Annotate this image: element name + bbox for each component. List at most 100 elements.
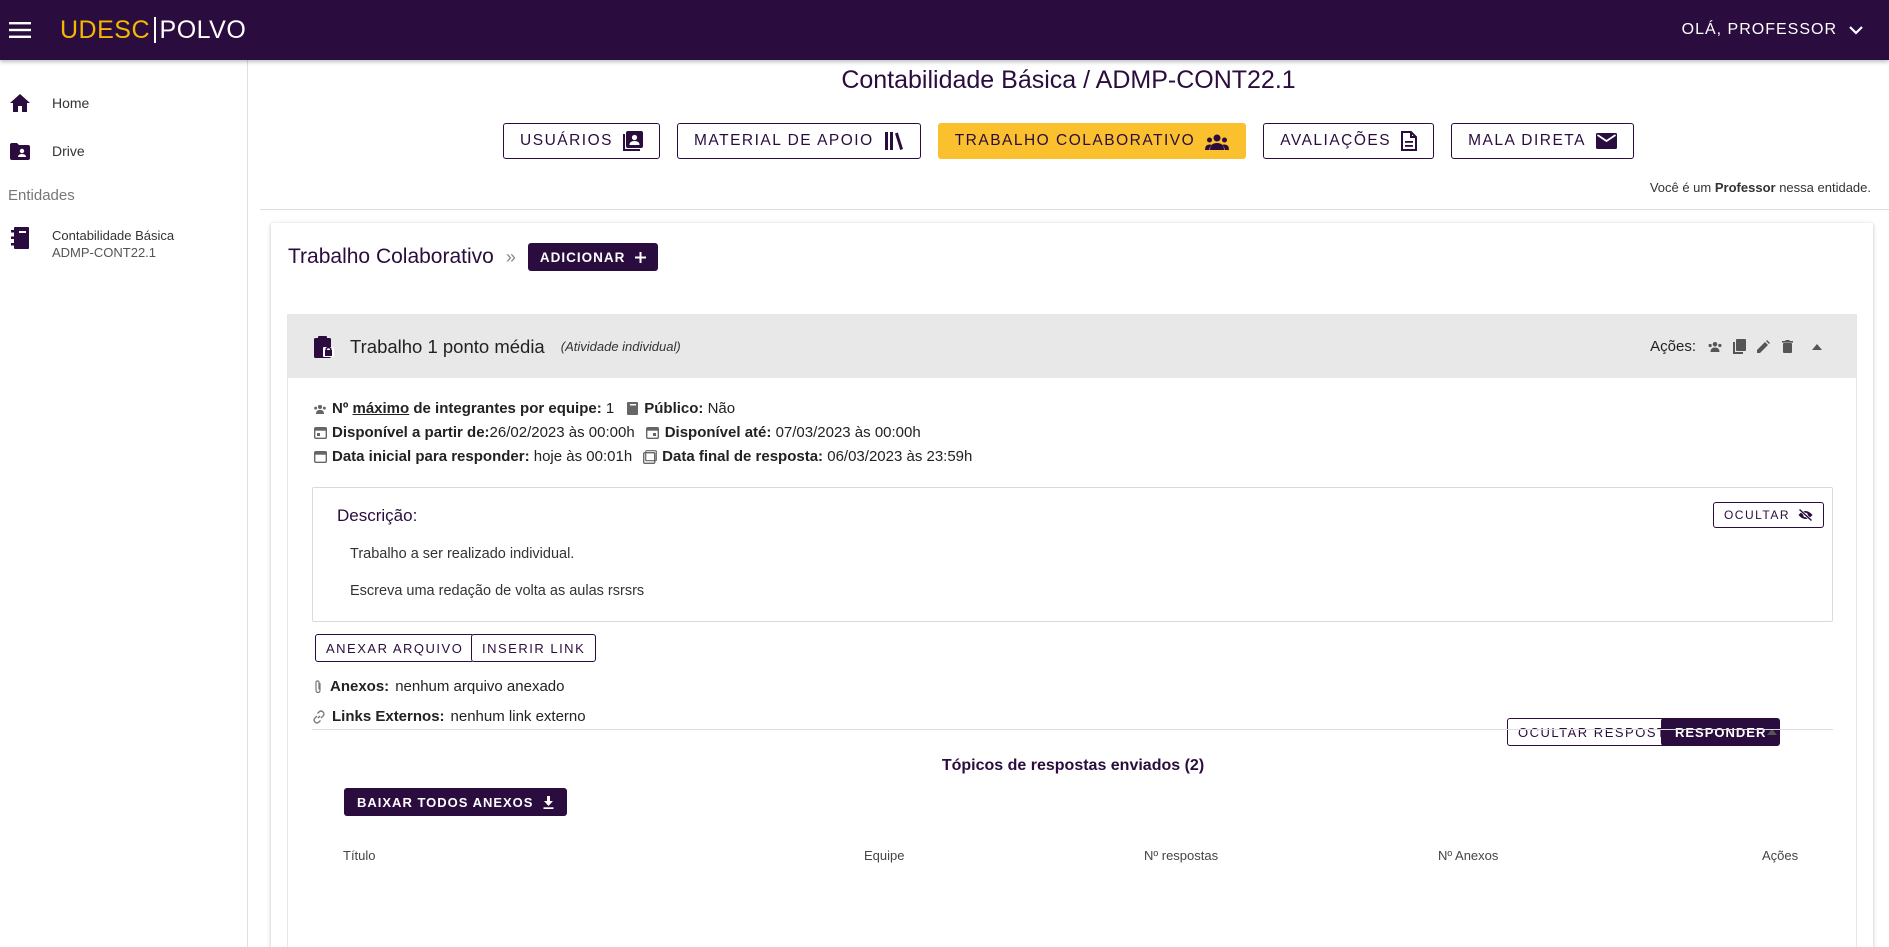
- home-icon: [9, 92, 31, 114]
- attach-file-button[interactable]: ANEXAR ARQUIVO: [315, 634, 475, 662]
- external-links-label: Links Externos:: [332, 708, 445, 725]
- collapse-arrow-icon[interactable]: [1808, 338, 1826, 356]
- folder-shared-icon: [9, 140, 31, 162]
- tab-avaliacoes[interactable]: AVALIAÇÕES: [1263, 123, 1435, 159]
- info-availability: Disponível a partir de: 26/02/2023 às 00…: [312, 424, 921, 441]
- main-content: Contabilidade Básica / ADMP-CONT22.1 USU…: [248, 60, 1889, 947]
- available-from-value: 26/02/2023 às 00:00h: [489, 424, 635, 441]
- calendar-icon: [312, 449, 328, 465]
- tab-usuarios[interactable]: USUÁRIOS: [503, 123, 660, 159]
- library-icon: [884, 132, 903, 150]
- tab-label: AVALIAÇÕES: [1280, 132, 1392, 149]
- link-icon: [313, 709, 325, 724]
- entity-name: Contabilidade Básica: [52, 228, 175, 243]
- max-label-a: Nº: [332, 400, 349, 417]
- tab-trabalho-colaborativo[interactable]: TRABALHO COLABORATIVO: [937, 123, 1247, 159]
- plus-icon: [635, 251, 647, 263]
- info-max-members: Nº máximo de integrantes por equipe: 1 P…: [312, 400, 735, 417]
- sidebar-section-header: Entidades: [8, 187, 75, 204]
- calendar-icon: [645, 425, 661, 441]
- user-greeting: OLÁ, PROFESSOR: [1681, 21, 1837, 38]
- download-all-label: BAIXAR TODOS ANEXOS: [357, 794, 534, 810]
- app-logo[interactable]: UDESC POLVO: [60, 16, 246, 45]
- logo-polvo: POLVO: [159, 15, 247, 44]
- max-label-c: de integrantes por equipe:: [413, 400, 602, 417]
- description-line: Escreva uma redação de volta as aulas rs…: [350, 583, 645, 599]
- top-app-bar: UDESC POLVO OLÁ, PROFESSOR: [0, 0, 1889, 60]
- info-response-dates: Data inicial para responder: hoje às 00:…: [312, 448, 972, 465]
- edit-icon[interactable]: [1754, 338, 1772, 356]
- logo-udesc: UDESC: [60, 15, 151, 44]
- column-header-team[interactable]: Equipe: [864, 848, 904, 863]
- sidebar-item-drive[interactable]: Drive: [0, 127, 247, 175]
- description-line: Trabalho a ser realizado individual.: [350, 546, 575, 562]
- notebook-icon: [9, 227, 31, 249]
- chevron-down-icon: [1849, 25, 1863, 35]
- role-note: Você é um Professor nessa entidade.: [1650, 180, 1871, 195]
- respond-label: RESPONDER: [1675, 724, 1767, 740]
- collab-work-card: Trabalho Colaborativo » ADICIONAR Trabal…: [271, 223, 1873, 947]
- hide-description-button[interactable]: OCULTAR: [1712, 502, 1824, 528]
- sidebar-item-entity[interactable]: Contabilidade Básica ADMP-CONT22.1: [0, 215, 247, 261]
- attach-button-label: ANEXAR ARQUIVO: [326, 640, 464, 656]
- column-header-responses[interactable]: Nº respostas: [1144, 848, 1218, 863]
- activity-actions: Ações:: [1650, 338, 1826, 356]
- tab-mala-direta[interactable]: MALA DIRETA: [1451, 123, 1634, 159]
- link-button-label: INSERIR LINK: [482, 640, 586, 656]
- mail-icon: [1595, 133, 1617, 149]
- sidebar-item-home[interactable]: Home: [0, 79, 247, 127]
- calendar-icon: [312, 425, 328, 441]
- entity-code: ADMP-CONT22.1: [52, 245, 157, 260]
- hamburger-menu-button[interactable]: [0, 10, 40, 50]
- tab-material-de-apoio[interactable]: MATERIAL DE APOIO: [677, 123, 921, 159]
- tab-label: TRABALHO COLABORATIVO: [954, 132, 1196, 149]
- description-box: Descrição: OCULTAR Trabalho a ser realiz…: [312, 487, 1833, 622]
- breadcrumb-title: Trabalho Colaborativo: [288, 245, 494, 268]
- download-icon: [543, 795, 554, 809]
- entity-tabs: USUÁRIOS MATERIAL DE APOIO TRABALHO COLA…: [248, 123, 1889, 159]
- sidebar-item-label: Drive: [52, 143, 85, 159]
- available-until-label: Disponível até:: [664, 424, 772, 441]
- role-prefix: Você é um: [1649, 180, 1712, 195]
- calendar-range-icon: [642, 449, 658, 465]
- group-icon[interactable]: [1706, 338, 1724, 356]
- activity-header[interactable]: Trabalho 1 ponto média (Atividade indivi…: [288, 315, 1856, 378]
- copy-icon[interactable]: [1730, 338, 1748, 356]
- collapse-arrow-icon[interactable]: [1763, 723, 1781, 741]
- insert-link-button[interactable]: INSERIR LINK: [471, 634, 597, 662]
- public-value: Não: [707, 400, 736, 417]
- hide-button-label: OCULTAR: [1723, 508, 1790, 522]
- user-menu-button[interactable]: OLÁ, PROFESSOR: [1682, 21, 1863, 39]
- column-header-attachments[interactable]: Nº Anexos: [1438, 848, 1498, 863]
- external-links-info: Links Externos: nenhum link externo: [312, 708, 586, 725]
- eye-off-icon: [1798, 509, 1813, 521]
- group-icon: [312, 401, 328, 417]
- document-icon: [1401, 131, 1418, 151]
- add-button-label: ADICIONAR: [539, 249, 626, 265]
- menu-icon: [9, 22, 31, 38]
- activity-panel: Trabalho 1 ponto média (Atividade indivi…: [287, 314, 1857, 947]
- sidebar-item-label: Home: [52, 95, 90, 111]
- sidebar: Home Drive Entidades Contabilidade Básic…: [0, 60, 248, 947]
- actions-label: Ações:: [1650, 338, 1696, 355]
- max-label-b: máximo: [352, 400, 410, 417]
- assignment-lock-icon: [314, 335, 334, 358]
- page-title: Contabilidade Básica / ADMP-CONT22.1: [841, 66, 1296, 94]
- logo-divider: [154, 17, 156, 43]
- end-value: 06/03/2023 às 23:59h: [827, 448, 973, 465]
- divider: [312, 729, 1833, 730]
- download-all-button[interactable]: BAIXAR TODOS ANEXOS: [344, 788, 568, 816]
- delete-icon[interactable]: [1778, 338, 1796, 356]
- description-title: Descrição:: [337, 506, 418, 525]
- column-header-title[interactable]: Título: [343, 848, 376, 863]
- tab-label: USUÁRIOS: [520, 132, 613, 149]
- public-label: Público:: [644, 400, 704, 417]
- available-until-value: 07/03/2023 às 00:00h: [775, 424, 921, 441]
- available-from-label: Disponível a partir de:: [332, 424, 490, 441]
- contacts-icon: [623, 131, 643, 151]
- attachments-label: Anexos:: [330, 678, 390, 695]
- role-suffix: nessa entidade.: [1779, 180, 1871, 195]
- activity-name: Trabalho 1 ponto média: [350, 335, 545, 357]
- add-button[interactable]: ADICIONAR: [527, 243, 659, 271]
- breadcrumb: Trabalho Colaborativo » ADICIONAR: [288, 243, 659, 271]
